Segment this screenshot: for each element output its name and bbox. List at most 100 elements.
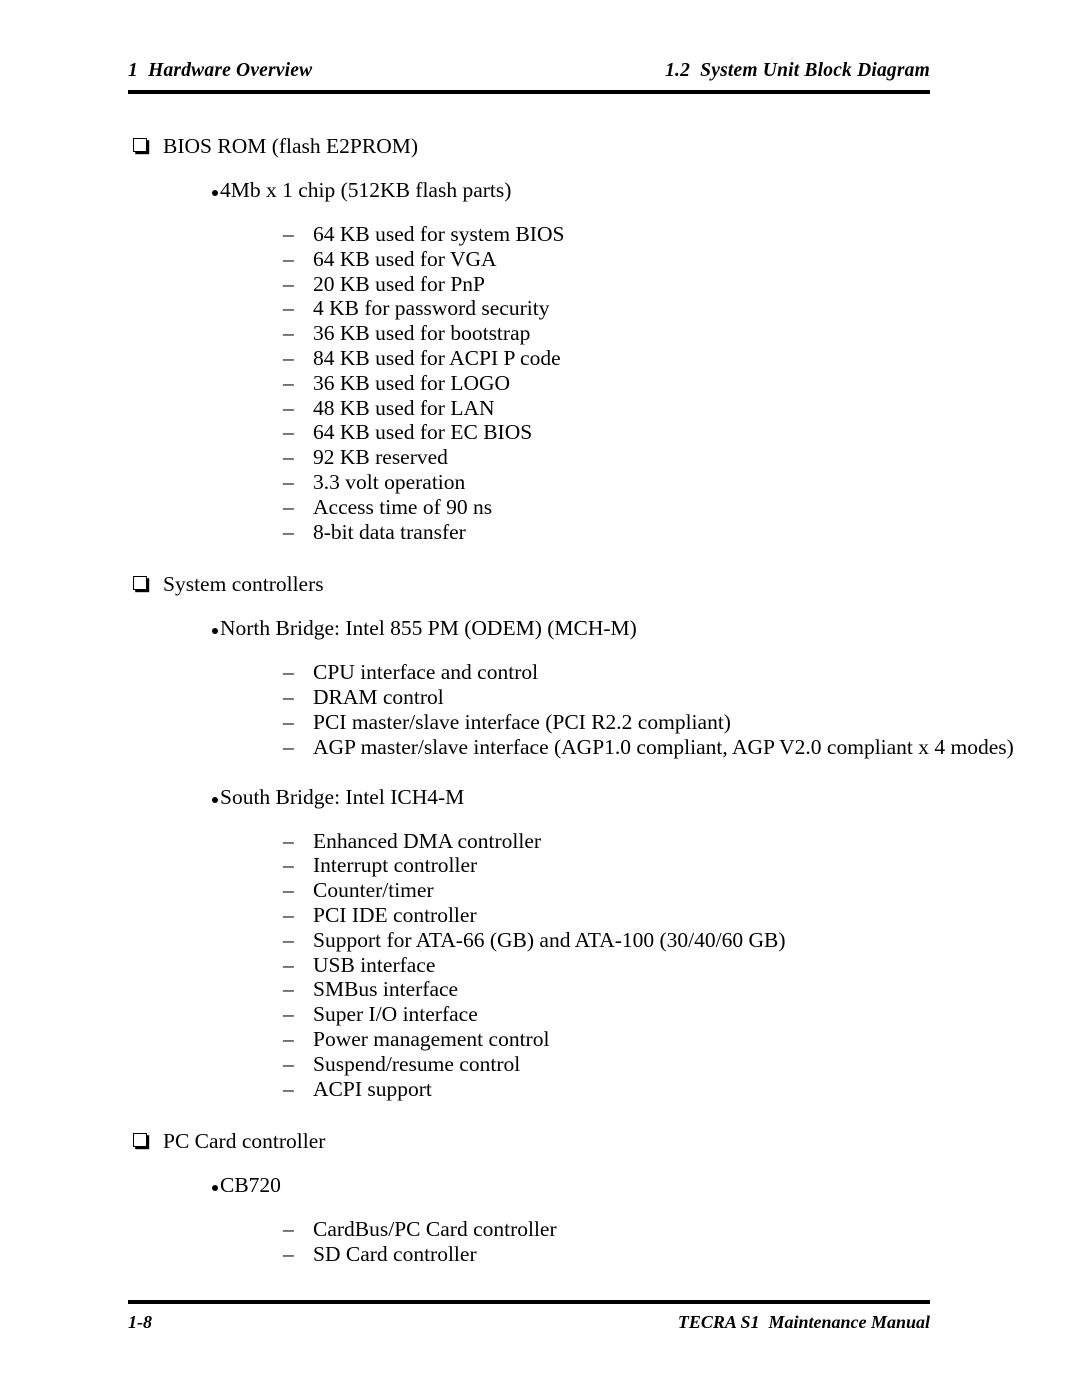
dash-bullet-icon: – xyxy=(283,660,294,685)
dash-bullet-icon: – xyxy=(283,222,294,246)
dash-bullet-icon: – xyxy=(283,878,294,903)
spec-list-item: – USB interface xyxy=(0,953,1080,978)
spec-list-item: – Super I/O interface xyxy=(0,1002,1080,1027)
spec-list-item-text: 36 KB used for bootstrap xyxy=(313,321,531,346)
spec-list-item: – Access time of 90 ns xyxy=(0,495,1080,520)
spec-list-item-text: 64 KB used for VGA xyxy=(313,246,497,271)
spec-list-item-text: 84 KB used for ACPI P code xyxy=(313,345,561,370)
document-body: BIOS ROM (flash E2PROM) 4Mb x 1 chip (512… xyxy=(0,134,1080,1267)
dash-bullet-icon: – xyxy=(283,709,294,734)
dash-bullet-icon: – xyxy=(283,1051,294,1076)
dash-bullet-icon: – xyxy=(283,902,294,927)
spec-list-item-text: PCI master/slave interface (PCI R2.2 com… xyxy=(313,709,731,734)
square-bullet-icon xyxy=(133,576,147,591)
spec-list-item: – DRAM control xyxy=(0,685,1080,710)
spec-list-item-text: Access time of 90 ns xyxy=(313,494,493,519)
spec-list-item: – CPU interface and control xyxy=(0,660,1080,685)
spec-list-item: – AGP master/slave interface (AGP1.0 comp… xyxy=(0,735,1080,760)
group-label-text: South Bridge: Intel ICH4-M xyxy=(220,784,465,809)
dash-bullet-icon: – xyxy=(283,271,294,296)
dash-bullet-icon: – xyxy=(283,1002,294,1027)
section-heading: BIOS ROM (flash E2PROM) xyxy=(0,134,1080,159)
spec-list-item: – ACPI support xyxy=(0,1077,1080,1102)
dash-bullet-icon: – xyxy=(283,420,294,445)
spec-list-item-text: 64 KB used for EC BIOS xyxy=(313,420,533,445)
dash-bullet-icon: – xyxy=(283,395,294,420)
running-header: 1 Hardware Overview 1.2 System Unit Bloc… xyxy=(128,60,930,81)
spec-list-item: –64 KB used for VGA xyxy=(0,247,1080,272)
spec-list-item: – Counter/timer xyxy=(0,878,1080,903)
dash-bullet-icon: – xyxy=(283,1026,294,1051)
section-heading-label: PC Card controller xyxy=(163,1129,326,1154)
group-label-text: 4Mb x 1 chip (512KB flash parts) xyxy=(220,178,512,202)
group-label-text: CB720 xyxy=(220,1173,281,1198)
spec-list-item: –20 KB used for PnP xyxy=(0,272,1080,297)
footer-manual-title: TECRA S1 Maintenance Manual xyxy=(677,1312,930,1332)
dash-bullet-icon: – xyxy=(283,345,294,370)
section-heading-label: BIOS ROM (flash E2PROM) xyxy=(163,134,419,158)
spec-list-item: –8-bit data transfer xyxy=(0,520,1080,545)
spec-list-item-text: 20 KB used for PnP xyxy=(313,271,486,296)
group-label: 4Mb x 1 chip (512KB flash parts) xyxy=(0,178,1080,203)
round-bullet-icon xyxy=(212,796,218,803)
dash-bullet-icon: – xyxy=(283,246,294,271)
spec-list-item-text: SD Card controller xyxy=(313,1242,477,1267)
spec-list-item: – Power management control xyxy=(0,1027,1080,1052)
spec-list-item-text: 8-bit data transfer xyxy=(313,519,466,544)
spec-list-item: – PCI IDE controller xyxy=(0,903,1080,928)
dash-bullet-icon: – xyxy=(283,1217,294,1242)
spec-list-item-text: DRAM control xyxy=(313,685,444,710)
round-bullet-icon xyxy=(212,1185,218,1192)
round-bullet-icon xyxy=(212,190,218,196)
spec-list-item: – SD Card controller xyxy=(0,1242,1080,1267)
spec-list-item: –36 KB used for LOGO xyxy=(0,371,1080,396)
section-heading: PC Card controller xyxy=(0,1129,1080,1154)
header-chapter-title: 1 Hardware Overview xyxy=(128,60,313,81)
spec-list-item-text: 48 KB used for LAN xyxy=(313,395,495,420)
dash-bullet-icon: – xyxy=(283,445,294,470)
header-section-title: 1.2 System Unit Block Diagram xyxy=(665,60,930,81)
spec-list-item-text: Interrupt controller xyxy=(313,853,478,878)
spec-list-item-text: Suspend/resume control xyxy=(313,1051,521,1076)
spec-list-item-text: 36 KB used for LOGO xyxy=(313,370,511,395)
spec-list-item: – PCI master/slave interface (PCI R2.2 co… xyxy=(0,710,1080,735)
dash-bullet-icon: – xyxy=(283,469,294,494)
spec-list-item-text: 4 KB for password security xyxy=(313,296,550,321)
spec-list-item: – Enhanced DMA controller xyxy=(0,829,1080,854)
spec-list-item-text: PCI IDE controller xyxy=(313,902,477,927)
footer-divider-rule xyxy=(128,1300,930,1304)
section-heading-label: System controllers xyxy=(163,572,324,597)
spec-list-item-text: Power management control xyxy=(313,1026,550,1051)
dash-bullet-icon: – xyxy=(283,1076,294,1101)
round-bullet-icon xyxy=(212,628,218,635)
group-label: South Bridge: Intel ICH4-M xyxy=(0,785,1080,810)
dash-bullet-icon: – xyxy=(283,977,294,1002)
spec-list-item-text: Counter/timer xyxy=(313,878,434,903)
running-footer: 1-8 TECRA S1 Maintenance Manual xyxy=(128,1312,930,1333)
spec-list-item-text: 3.3 volt operation xyxy=(313,469,466,494)
spec-list-item-text: Enhanced DMA controller xyxy=(313,828,542,853)
spec-list-item-text: Super I/O interface xyxy=(313,1002,478,1027)
spec-list-item: –84 KB used for ACPI P code xyxy=(0,346,1080,371)
document-page: 1 Hardware Overview 1.2 System Unit Bloc… xyxy=(0,0,1080,1397)
dash-bullet-icon: – xyxy=(283,853,294,878)
spec-list-item: –64 KB used for system BIOS xyxy=(0,222,1080,247)
spec-list-item-text: CPU interface and control xyxy=(313,660,539,685)
dash-bullet-icon: – xyxy=(283,927,294,952)
spec-list-item: – SMBus interface xyxy=(0,977,1080,1002)
spec-list-item-text: CardBus/PC Card controller xyxy=(313,1217,557,1242)
spec-list-item-text: 64 KB used for system BIOS xyxy=(313,222,565,246)
dash-bullet-icon: – xyxy=(283,952,294,977)
spec-list-item: –4 KB for password security xyxy=(0,296,1080,321)
dash-bullet-icon: – xyxy=(283,734,294,759)
spec-list-item: –48 KB used for LAN xyxy=(0,396,1080,421)
section-heading: System controllers xyxy=(0,572,1080,597)
square-bullet-icon xyxy=(133,1133,147,1148)
